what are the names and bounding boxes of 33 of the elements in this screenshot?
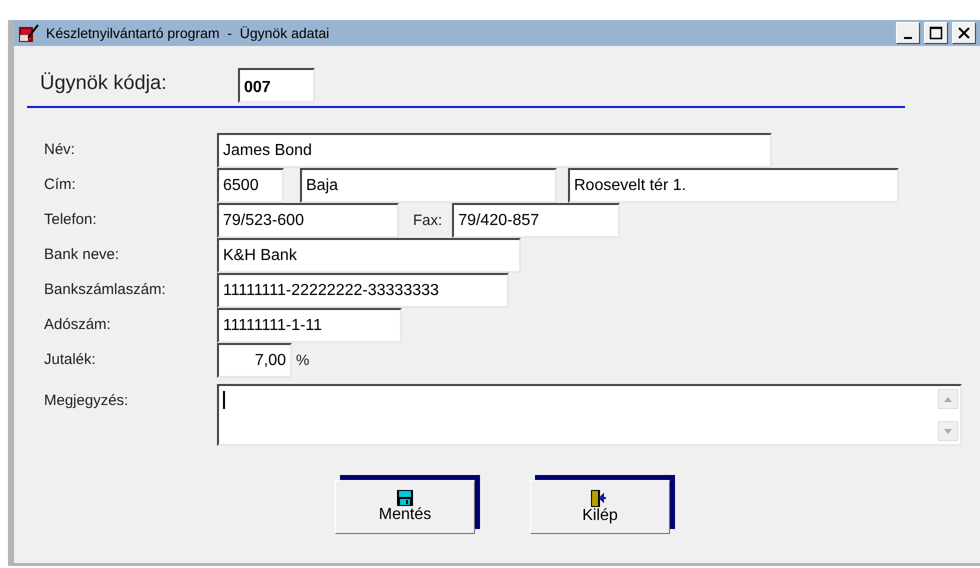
agent-code-label: Ügynök kódja:	[40, 71, 168, 96]
field-label: Cím:	[44, 175, 77, 195]
app-icon	[18, 23, 40, 43]
text-field[interactable]: Baja	[300, 168, 557, 203]
maximize-icon	[929, 26, 943, 40]
field-label: Bankszámlaszám:	[44, 280, 167, 300]
close-icon	[958, 27, 970, 39]
text-field[interactable]: 6500	[217, 168, 284, 203]
text-field[interactable]: 11111111-1-11	[217, 308, 402, 343]
text-field[interactable]: James Bond	[217, 133, 772, 168]
text-field[interactable]: K&H Bank	[217, 238, 521, 273]
text-field[interactable]: 79/523-600	[217, 203, 399, 238]
text-cursor	[223, 391, 225, 409]
agent-code-field[interactable]: 007	[238, 68, 315, 103]
text-field[interactable]: 11111111-22222222-33333333	[217, 273, 509, 308]
text-field[interactable]: Roosevelt tér 1.	[568, 168, 899, 203]
text-field[interactable]: 79/420-857	[452, 203, 620, 238]
field-label: %	[295, 351, 310, 371]
window-title: Készletnyilvántartó program - Ügynök adatai	[46, 24, 330, 43]
minimize-button[interactable]	[896, 22, 920, 44]
field-label: Megjegyzés:	[44, 391, 130, 411]
field-label: Telefon:	[44, 210, 98, 230]
down-arrow-icon	[944, 428, 952, 434]
minimize-icon	[904, 37, 912, 39]
field-label: Jutalék:	[44, 350, 97, 370]
up-arrow-icon	[944, 396, 952, 402]
maximize-button[interactable]	[924, 22, 948, 44]
close-button[interactable]	[952, 22, 976, 44]
field-label: Név:	[44, 140, 76, 160]
number-field[interactable]: 7,00	[217, 343, 292, 378]
field-label: Fax:	[412, 211, 444, 231]
field-label: Bank neve:	[44, 245, 120, 265]
field-label: Adószám:	[44, 315, 112, 335]
